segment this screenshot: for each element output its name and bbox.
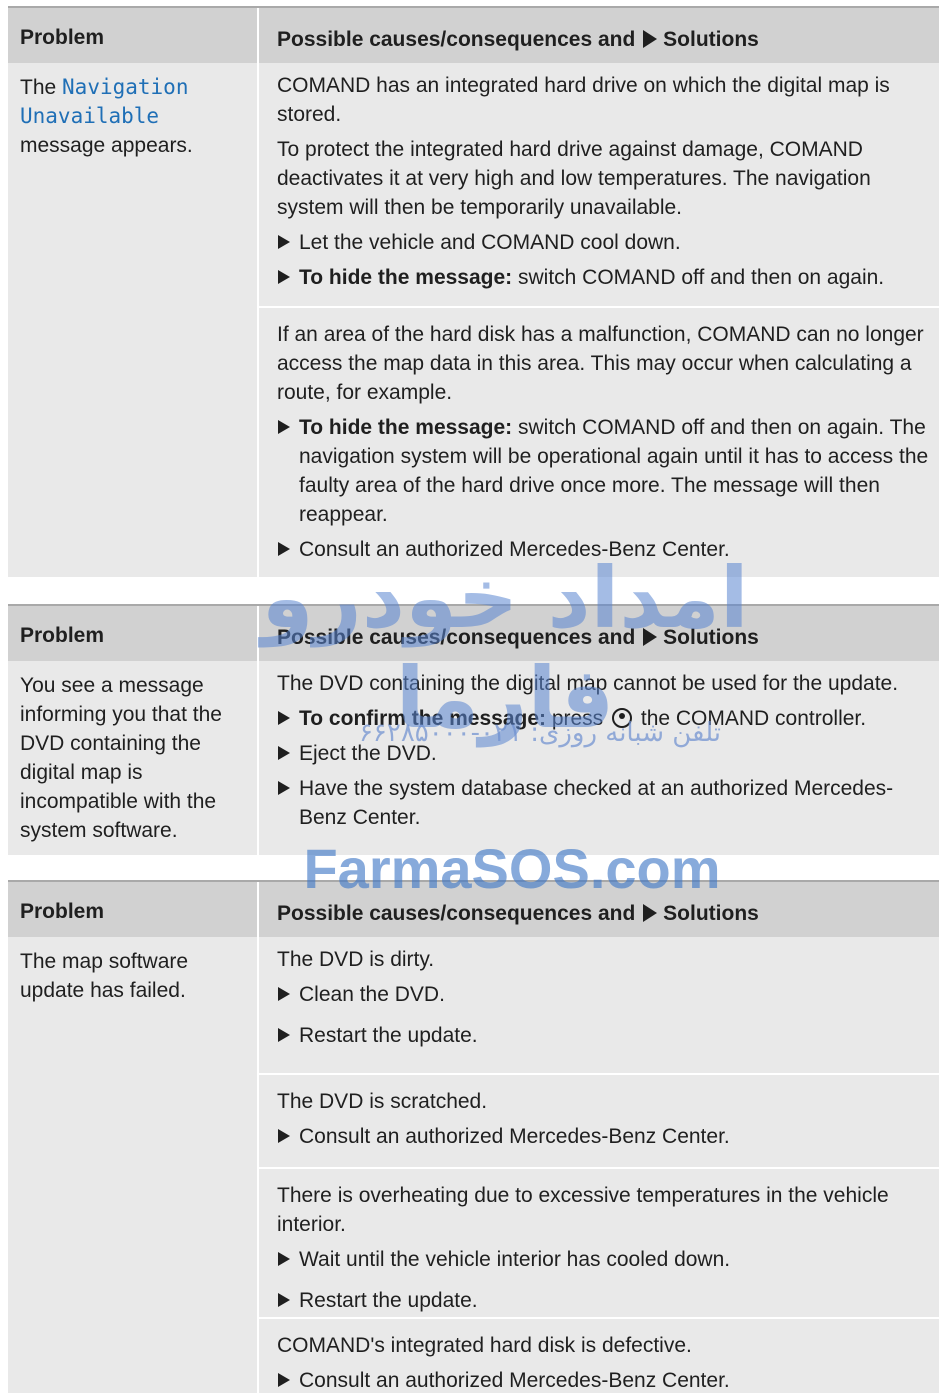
header-causes: Possible causes/consequences and xyxy=(277,902,636,925)
solution-block: COMAND's integrated hard disk is defecti… xyxy=(259,1317,939,1395)
controller-press-icon xyxy=(612,708,633,728)
header-solutions: Solutions xyxy=(663,28,759,51)
problem-suffix: message appears. xyxy=(20,134,193,157)
step-bold-label: To confirm the message: xyxy=(299,707,546,730)
troubleshooting-table-3: Problem Possible causes/consequences and… xyxy=(8,880,939,1393)
step-text: Wait until the vehicle interior has cool… xyxy=(299,1248,731,1271)
solution-block: The DVD is scratched. Consult an authori… xyxy=(259,1073,939,1167)
triangle-arrow-icon xyxy=(643,628,658,646)
step-text: switch COMAND off and then on again. xyxy=(512,266,885,289)
step-text: Restart the update. xyxy=(299,1024,478,1047)
table-body: You see a message informing you that the… xyxy=(8,661,939,855)
header-causes: Possible causes/consequences and xyxy=(277,28,636,51)
solution-step: Consult an authorized Mercedes-Benz Cent… xyxy=(277,1366,933,1395)
step-text: Consult an authorized Mercedes-Benz Cent… xyxy=(299,538,730,561)
solution-step: Wait until the vehicle interior has cool… xyxy=(277,1245,933,1274)
problem-prefix: The xyxy=(20,76,63,99)
solution-block: The DVD containing the digital map canno… xyxy=(259,661,939,832)
step-arrow-icon xyxy=(278,270,290,284)
paragraph: The DVD is dirty. xyxy=(277,948,435,971)
problem-cell: You see a message informing you that the… xyxy=(20,674,222,842)
table-header: Problem Possible causes/consequences and… xyxy=(8,6,939,63)
step-text: press xyxy=(546,707,610,730)
solution-step: To confirm the message: press the COMAND… xyxy=(277,704,933,733)
header-solutions: Solutions xyxy=(663,626,759,649)
step-arrow-icon xyxy=(278,1293,290,1307)
header-causes-solutions: Possible causes/consequences and Solutio… xyxy=(257,882,939,937)
solution-step: Eject the DVD. xyxy=(277,739,933,768)
header-problem: Problem xyxy=(20,624,105,647)
header-causes-solutions: Possible causes/consequences and Solutio… xyxy=(257,606,939,661)
table-body: The Navigation Unavailable message appea… xyxy=(8,63,939,577)
solution-step: Clean the DVD. xyxy=(277,980,933,1009)
paragraph: If an area of the hard disk has a malfun… xyxy=(277,323,924,404)
step-arrow-icon xyxy=(278,542,290,556)
troubleshooting-table-1: Problem Possible causes/consequences and… xyxy=(8,6,939,577)
header-solutions: Solutions xyxy=(663,902,759,925)
problem-cell: The Navigation Unavailable message appea… xyxy=(8,63,257,577)
step-arrow-icon xyxy=(278,1028,290,1042)
solutions-cell: COMAND has an integrated hard drive on w… xyxy=(257,63,939,577)
solution-block: The DVD is dirty. Clean the DVD. Restart… xyxy=(259,937,939,1073)
step-arrow-icon xyxy=(278,1373,290,1387)
table-body: The map software update has failed. The … xyxy=(8,937,939,1393)
step-arrow-icon xyxy=(278,781,290,795)
step-arrow-icon xyxy=(278,746,290,760)
solution-block: There is overheating due to excessive te… xyxy=(259,1167,939,1317)
table-header: Problem Possible causes/consequences and… xyxy=(8,604,939,661)
solution-step: To hide the message: switch COMAND off a… xyxy=(277,413,933,529)
triangle-arrow-icon xyxy=(643,904,658,922)
problem-cell: The map software update has failed. xyxy=(20,950,189,1002)
step-text: Consult an authorized Mercedes-Benz Cent… xyxy=(299,1125,730,1148)
solution-step: Restart the update. xyxy=(277,1286,933,1315)
step-text: Let the vehicle and COMAND cool down. xyxy=(299,231,681,254)
step-text: Eject the DVD. xyxy=(299,742,437,765)
solution-block: COMAND has an integrated hard drive on w… xyxy=(259,63,939,306)
step-bold-label: To hide the message: xyxy=(299,266,513,289)
paragraph: To protect the integrated hard drive aga… xyxy=(277,138,871,219)
solution-block: If an area of the hard disk has a malfun… xyxy=(259,306,939,564)
solution-step: Consult an authorized Mercedes-Benz Cent… xyxy=(277,1122,933,1151)
header-causes: Possible causes/consequences and xyxy=(277,626,636,649)
solution-step: Restart the update. xyxy=(277,1021,933,1050)
solution-step: Have the system database checked at an a… xyxy=(277,774,933,832)
step-arrow-icon xyxy=(278,1129,290,1143)
step-arrow-icon xyxy=(278,987,290,1001)
paragraph: The DVD containing the digital map canno… xyxy=(277,672,899,695)
step-bold-label: To hide the message: xyxy=(299,416,513,439)
paragraph: The DVD is scratched. xyxy=(277,1090,488,1113)
triangle-arrow-icon xyxy=(643,30,658,48)
step-text: Clean the DVD. xyxy=(299,983,445,1006)
header-problem: Problem xyxy=(20,26,105,49)
table-header: Problem Possible causes/consequences and… xyxy=(8,880,939,937)
step-arrow-icon xyxy=(278,420,290,434)
paragraph: COMAND has an integrated hard drive on w… xyxy=(277,74,890,126)
paragraph: COMAND's integrated hard disk is defecti… xyxy=(277,1334,692,1357)
solution-step: Consult an authorized Mercedes-Benz Cent… xyxy=(277,535,933,564)
step-text: Restart the update. xyxy=(299,1289,478,1312)
step-text: Consult an authorized Mercedes-Benz Cent… xyxy=(299,1369,730,1392)
solutions-cell: The DVD containing the digital map canno… xyxy=(257,661,939,855)
step-text: the COMAND controller. xyxy=(635,707,867,730)
step-arrow-icon xyxy=(278,235,290,249)
troubleshooting-table-2: Problem Possible causes/consequences and… xyxy=(8,604,939,855)
step-text: Have the system database checked at an a… xyxy=(299,777,894,829)
step-arrow-icon xyxy=(278,1252,290,1266)
solution-step: Let the vehicle and COMAND cool down. xyxy=(277,228,933,257)
solution-step: To hide the message: switch COMAND off a… xyxy=(277,263,933,292)
step-arrow-icon xyxy=(278,711,290,725)
header-problem: Problem xyxy=(20,900,105,923)
header-causes-solutions: Possible causes/consequences and Solutio… xyxy=(257,8,939,63)
paragraph: There is overheating due to excessive te… xyxy=(277,1184,889,1236)
solutions-cell: The DVD is dirty. Clean the DVD. Restart… xyxy=(257,937,939,1393)
